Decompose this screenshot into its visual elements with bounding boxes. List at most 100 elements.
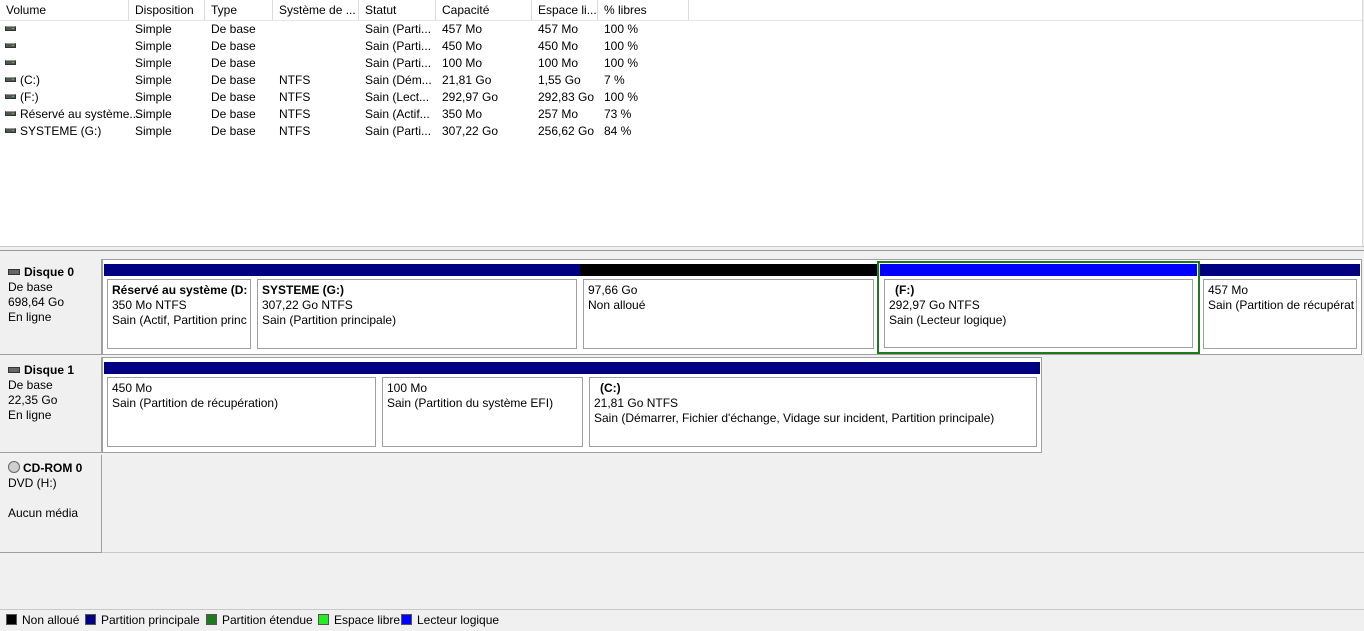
volume-cell: SYSTEME (G:): [5, 123, 101, 140]
disk-0-label[interactable]: Disque 0 De base 698,64 Go En ligne: [0, 259, 102, 355]
status-cell: Sain (Lect...: [365, 90, 430, 104]
partition-recovery-disk0[interactable]: 457 Mo Sain (Partition de récupérat: [1200, 264, 1360, 352]
status-cell: Sain (Parti...: [365, 22, 432, 36]
type-cell: De base: [211, 22, 256, 36]
cdrom-label[interactable]: CD-ROM 0 DVD (H:) Aucun média: [0, 455, 102, 553]
cdrom-drive: DVD (H:): [8, 476, 57, 490]
type-cell: De base: [211, 73, 256, 87]
swatch: [206, 614, 217, 626]
capacity-cell: 307,22 Go: [442, 124, 499, 138]
status-cell: Sain (Parti...: [365, 124, 432, 138]
partition-c[interactable]: (C:) 21,81 Go NTFS Sain (Démarrer, Fichi…: [586, 362, 1040, 450]
type-cell: De base: [211, 39, 256, 53]
volume-list-header: Volume Disposition Type Système de ... S…: [0, 0, 1362, 21]
volume-name: SYSTEME (G:): [20, 124, 102, 138]
disk-1-size: 22,35 Go: [8, 393, 58, 407]
col-volume[interactable]: Volume: [0, 0, 129, 20]
swatch: [318, 614, 329, 626]
table-row[interactable]: (C:) Simple De base NTFS Sain (Dém... 21,81 G…: [0, 72, 700, 89]
volume-icon: [5, 60, 16, 66]
col-status[interactable]: Statut: [359, 0, 436, 20]
disk-icon: [8, 366, 20, 373]
pct-cell: 100 %: [604, 22, 639, 36]
partition-bar: [104, 362, 379, 374]
disk-0-status: En ligne: [8, 310, 52, 324]
type-cell: De base: [211, 124, 256, 138]
table-row[interactable]: SYSTEME (G:) Simple De base NTFS Sain (Parti…: [0, 123, 700, 140]
pct-cell: 100 %: [604, 39, 639, 53]
table-row[interactable]: Simple De base Sain (Parti... 457 Mo 457 Mo 1…: [0, 21, 700, 38]
disk-icon: [8, 268, 20, 275]
free-cell: 256,62 Go: [538, 124, 595, 138]
partition-bar: [1200, 264, 1360, 276]
partition-bar: [586, 362, 1040, 374]
col-free-space[interactable]: Espace li...: [532, 0, 598, 20]
status-cell: Sain (Dém...: [365, 73, 432, 87]
volume-list[interactable]: Volume Disposition Type Système de ... S…: [0, 0, 1363, 246]
status-cell: Sain (Actif...: [365, 107, 430, 121]
free-cell: 1,55 Go: [538, 73, 581, 87]
col-disposition[interactable]: Disposition: [129, 0, 205, 20]
pane-splitter[interactable]: [0, 246, 1364, 251]
table-row[interactable]: Simple De base Sain (Parti... 100 Mo 100 Mo 1…: [0, 55, 700, 72]
free-cell: 100 Mo: [538, 56, 579, 70]
cdrom-area: [102, 455, 1364, 553]
partition-system-reserved[interactable]: Réservé au système (D: 350 Mo NTFS Sain …: [104, 264, 254, 352]
fs-cell: NTFS: [279, 124, 311, 138]
disposition-cell: Simple: [135, 124, 172, 138]
volume-cell: [5, 55, 20, 72]
disk-1-status: En ligne: [8, 408, 52, 422]
partition-bar: [379, 362, 586, 374]
col-type[interactable]: Type: [205, 0, 273, 20]
table-row[interactable]: (F:) Simple De base NTFS Sain (Lect... 292,97…: [0, 89, 700, 106]
partition-systeme-g[interactable]: SYSTEME (G:) 307,22 Go NTFS Sain (Partit…: [254, 264, 580, 352]
disk-1-partitions: 450 Mo Sain (Partition de récupération) …: [102, 357, 1042, 453]
partition-bar: [580, 264, 877, 276]
legend-primary: Partition principale: [85, 612, 200, 628]
disk-1-type: De base: [8, 378, 53, 392]
disposition-cell: Simple: [135, 56, 172, 70]
capacity-cell: 450 Mo: [442, 39, 483, 53]
capacity-cell: 292,97 Go: [442, 90, 499, 104]
partition-recovery-disk1[interactable]: 450 Mo Sain (Partition de récupération): [104, 362, 379, 450]
volume-icon: [5, 77, 16, 83]
disposition-cell: Simple: [135, 39, 172, 53]
type-cell: De base: [211, 56, 256, 70]
legend-logical: Lecteur logique: [401, 612, 499, 628]
col-percent-free[interactable]: % libres: [598, 0, 689, 20]
col-filesystem[interactable]: Système de ...: [273, 0, 359, 20]
pct-cell: 100 %: [604, 90, 639, 104]
type-cell: De base: [211, 107, 256, 121]
swatch: [6, 614, 17, 626]
partition-f-logical[interactable]: (F:) 292,97 Go NTFS Sain (Lecteur logiqu…: [877, 261, 1200, 354]
disk-1-label[interactable]: Disque 1 De base 22,35 Go En ligne: [0, 357, 102, 453]
volume-icon: [5, 26, 16, 32]
disposition-cell: Simple: [135, 73, 172, 87]
partition-bar: [880, 264, 1197, 276]
disposition-cell: Simple: [135, 90, 172, 104]
capacity-cell: 350 Mo: [442, 107, 483, 121]
volume-icon: [5, 43, 16, 49]
col-capacity[interactable]: Capacité: [436, 0, 532, 20]
partition-unallocated[interactable]: 97,66 Go Non alloué: [580, 264, 877, 352]
status-cell: Sain (Parti...: [365, 56, 432, 70]
disk-0-name: Disque 0: [24, 265, 75, 279]
swatch: [85, 614, 96, 626]
volume-name: (F:): [20, 90, 39, 104]
cdrom-status: Aucun média: [8, 506, 79, 520]
disk-0-type: De base: [8, 280, 53, 294]
partition-efi[interactable]: 100 Mo Sain (Partition du système EFI): [379, 362, 586, 450]
pct-cell: 84 %: [604, 124, 632, 138]
volume-cell: [5, 38, 20, 55]
disk-1-name: Disque 1: [24, 363, 75, 377]
volume-icon: [5, 94, 16, 100]
partition-bar: [104, 264, 254, 276]
capacity-cell: 100 Mo: [442, 56, 483, 70]
free-cell: 457 Mo: [538, 22, 579, 36]
legend-unallocated: Non alloué: [6, 612, 79, 628]
fs-cell: NTFS: [279, 90, 311, 104]
legend-free-space: Espace libre: [318, 612, 400, 628]
table-row[interactable]: Simple De base Sain (Parti... 450 Mo 450 Mo 1…: [0, 38, 700, 55]
table-row[interactable]: Réservé au système... Simple De base NTFS Sa…: [0, 106, 700, 123]
legend-extended: Partition étendue: [206, 612, 313, 628]
